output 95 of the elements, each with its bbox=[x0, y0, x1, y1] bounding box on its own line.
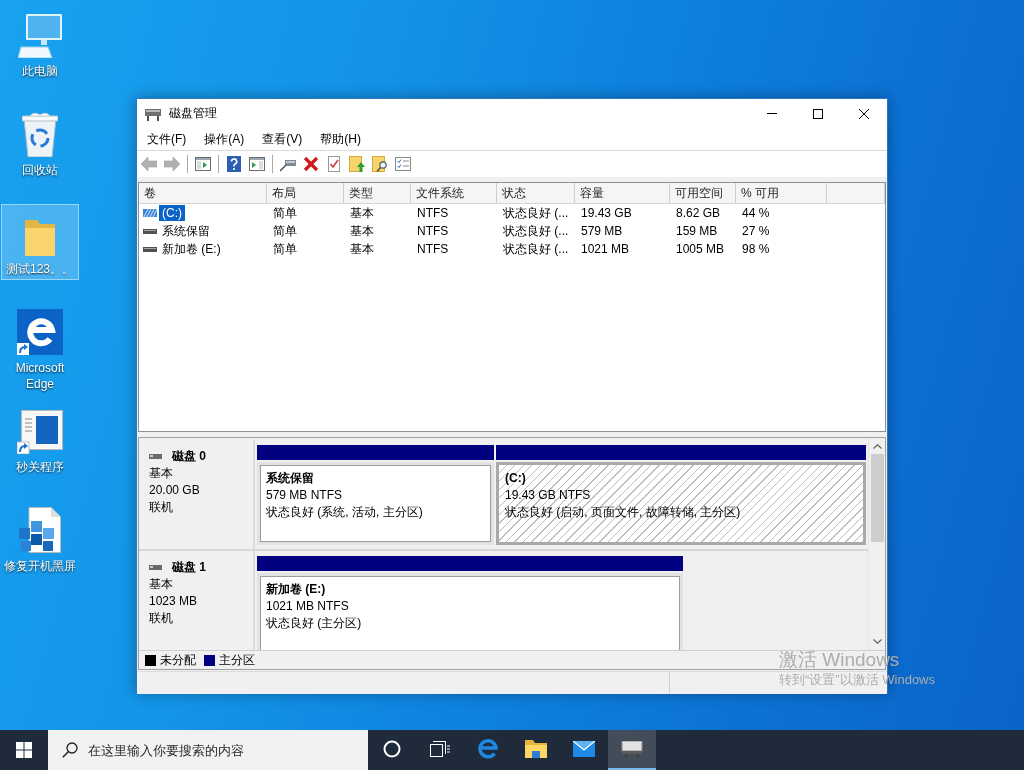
disk-size: 1023 MB bbox=[149, 593, 199, 610]
e-logo-icon bbox=[477, 738, 499, 760]
checklist-icon[interactable] bbox=[395, 156, 411, 172]
table-cell-text: 基本 bbox=[349, 241, 375, 258]
partition-size: 19.43 GB NTFS bbox=[505, 487, 592, 504]
disk-size: 20.00 GB bbox=[149, 482, 201, 499]
circle-icon bbox=[383, 740, 401, 758]
drive-icon bbox=[143, 245, 157, 253]
column-header[interactable]: 类型 bbox=[344, 183, 411, 203]
table-cell-text: 27 % bbox=[741, 223, 771, 240]
computer-icon bbox=[18, 14, 62, 58]
disk-type: 基本 bbox=[149, 465, 174, 482]
folder-magnifier-icon[interactable] bbox=[372, 156, 388, 172]
chevron-down-icon[interactable] bbox=[872, 639, 882, 644]
partition-name: 新加卷 (E:) bbox=[266, 581, 327, 598]
search-field[interactable]: 在这里输入你要搜索的内容 bbox=[48, 730, 368, 770]
disk-name: 磁盘 1 bbox=[172, 559, 206, 576]
menu-item[interactable]: 操作(A) bbox=[197, 127, 252, 151]
left-pane-icon[interactable] bbox=[195, 156, 211, 172]
chevron-up-icon[interactable] bbox=[872, 444, 882, 449]
menu-item[interactable]: 文件(F) bbox=[140, 127, 194, 151]
drive-icon bbox=[143, 227, 157, 235]
mail-icon bbox=[573, 741, 595, 757]
table-cell-text: 19.43 GB bbox=[580, 205, 633, 222]
maximize-icon bbox=[813, 108, 823, 119]
menu-item[interactable]: 帮助(H) bbox=[313, 127, 368, 151]
table-cell-text: 579 MB bbox=[580, 223, 624, 240]
volume-name[interactable]: (C:) bbox=[159, 205, 185, 221]
disk-status: 联机 bbox=[149, 610, 174, 627]
drive-icon bbox=[149, 454, 162, 459]
drive-icon bbox=[143, 209, 157, 217]
disk-type: 基本 bbox=[149, 576, 174, 593]
folder-icon bbox=[525, 740, 547, 758]
column-header[interactable]: 状态 bbox=[497, 183, 575, 203]
disk-status: 联机 bbox=[149, 499, 174, 516]
table-cell-text: 44 % bbox=[741, 205, 771, 222]
table-cell-text: 159 MB bbox=[675, 223, 719, 240]
column-header[interactable]: 布局 bbox=[267, 183, 344, 203]
stacked-windows-icon bbox=[430, 740, 450, 758]
partition-status: 状态良好 (主分区) bbox=[266, 615, 363, 632]
right-pane-icon[interactable] bbox=[249, 156, 265, 172]
table-cell-text: 状态良好 (... bbox=[502, 223, 570, 240]
table-cell-text: 1021 MB bbox=[580, 241, 631, 258]
app-window-icon bbox=[17, 410, 63, 454]
partition-size: 1021 MB NTFS bbox=[266, 598, 350, 615]
volume-name[interactable]: 系统保留 bbox=[159, 223, 213, 239]
cubes-document-icon bbox=[19, 507, 61, 553]
window-title: 磁盘管理 bbox=[169, 105, 217, 122]
disk-drive-icon bbox=[621, 740, 643, 758]
menu-item[interactable]: 查看(V) bbox=[255, 127, 310, 151]
folder-icon bbox=[25, 220, 55, 256]
recycle-bin-icon bbox=[22, 113, 58, 157]
table-cell-text: 简单 bbox=[272, 205, 298, 222]
close-icon bbox=[859, 108, 869, 119]
column-header[interactable]: 卷 bbox=[139, 183, 267, 203]
table-cell-text: NTFS bbox=[416, 223, 450, 240]
column-header[interactable]: 文件系统 bbox=[411, 183, 497, 203]
table-cell-text: 简单 bbox=[272, 241, 298, 258]
disk-drive-icon bbox=[145, 106, 161, 121]
partition-status: 状态良好 (系统, 活动, 主分区) bbox=[266, 504, 424, 521]
table-cell-text: 98 % bbox=[741, 241, 771, 258]
table-cell-text: NTFS bbox=[416, 205, 450, 222]
column-header[interactable]: % 可用 bbox=[736, 183, 827, 203]
partition-box[interactable]: 新加卷 (E:) 1021 MB NTFS 状态良好 (主分区) bbox=[257, 573, 683, 650]
volume-name[interactable]: 新加卷 (E:) bbox=[159, 241, 224, 257]
table-cell-text: 基本 bbox=[349, 223, 375, 240]
column-header[interactable]: 可用空间 bbox=[670, 183, 736, 203]
table-cell-text: NTFS bbox=[416, 241, 450, 258]
help-icon[interactable] bbox=[226, 156, 242, 172]
partition-status: 状态良好 (启动, 页面文件, 故障转储, 主分区) bbox=[505, 504, 742, 521]
cross-icon[interactable] bbox=[303, 156, 319, 172]
four-squares-icon bbox=[16, 742, 32, 758]
table-cell-text: 简单 bbox=[272, 223, 298, 240]
e-logo-icon bbox=[17, 309, 63, 355]
document-check-icon[interactable] bbox=[326, 156, 342, 172]
partition-size: 579 MB NTFS bbox=[266, 487, 344, 504]
search-icon bbox=[62, 742, 78, 758]
partition-box[interactable]: (C:) 19.43 GB NTFS 状态良好 (启动, 页面文件, 故障转储, 主分区) bbox=[496, 462, 866, 545]
scrollbar-thumb[interactable] bbox=[870, 454, 884, 542]
taskbar-button[interactable] bbox=[608, 730, 656, 770]
legend-label: 主分区 bbox=[219, 651, 255, 669]
legend-label: 未分配 bbox=[160, 651, 196, 669]
partition-name: 系统保留 bbox=[266, 470, 315, 487]
column-header[interactable]: 容量 bbox=[575, 183, 670, 203]
table-cell-text: 1005 MB bbox=[675, 241, 726, 258]
table-cell-text: 状态良好 (... bbox=[502, 241, 570, 258]
table-cell-text: 8.62 GB bbox=[675, 205, 722, 222]
drive-icon bbox=[149, 565, 162, 570]
partition-name: (C:) bbox=[505, 470, 527, 487]
scrollbar-track[interactable] bbox=[868, 438, 885, 650]
disk-name: 磁盘 0 bbox=[172, 448, 206, 465]
partition-box[interactable]: 系统保留 579 MB NTFS 状态良好 (系统, 活动, 主分区) bbox=[257, 462, 494, 545]
table-cell-text: 状态良好 (... bbox=[502, 205, 570, 222]
table-cell-text: 基本 bbox=[349, 205, 375, 222]
minimize-icon bbox=[767, 113, 777, 114]
